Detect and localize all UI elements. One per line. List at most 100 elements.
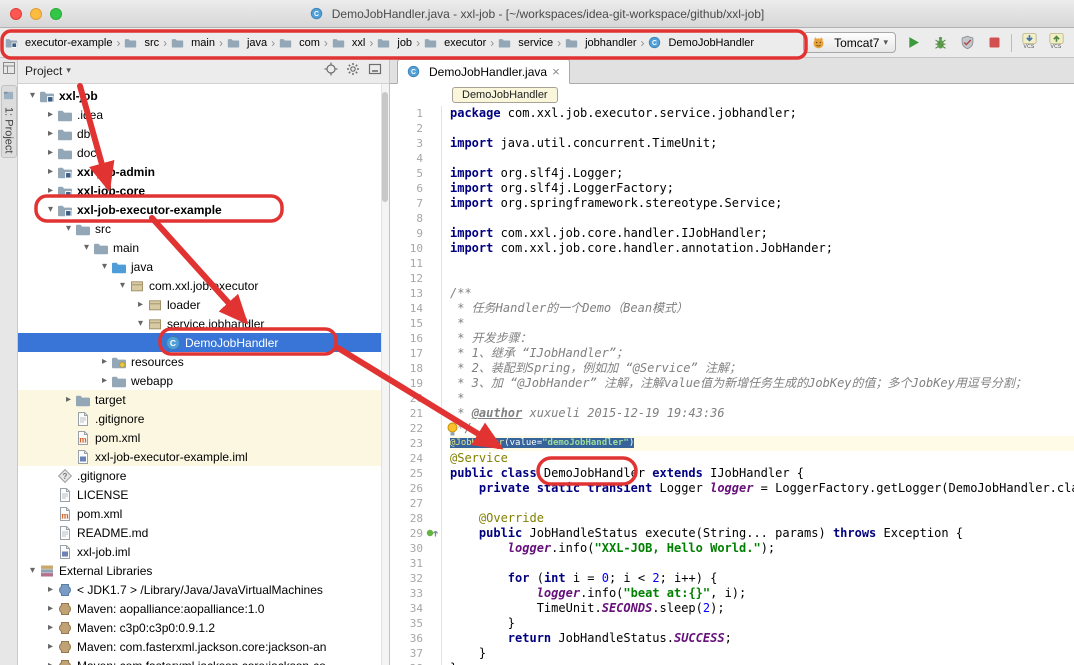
run-button[interactable] bbox=[903, 33, 923, 53]
gutter-line-9[interactable]: 9 bbox=[390, 226, 441, 241]
gutter-line-20[interactable]: 20 bbox=[390, 391, 441, 406]
class-name-chip[interactable]: DemoJobHandler bbox=[452, 87, 558, 103]
gutter-line-14[interactable]: 14 bbox=[390, 301, 441, 316]
gutter-line-3[interactable]: 3 bbox=[390, 136, 441, 151]
tree-item-service.jobhandler[interactable]: service.jobhandler bbox=[18, 314, 389, 333]
code-line-35[interactable]: } bbox=[450, 616, 1074, 631]
code-line-30[interactable]: logger.info("XXL-JOB, Hello World."); bbox=[450, 541, 1074, 556]
code-line-7[interactable]: import org.springframework.stereotype.Se… bbox=[450, 196, 1074, 211]
vcs-update-button[interactable]: VCS bbox=[1019, 32, 1039, 53]
tree-item-java[interactable]: java bbox=[18, 257, 389, 276]
gutter-line-16[interactable]: 16 bbox=[390, 331, 441, 346]
gutter-line-12[interactable]: 12 bbox=[390, 271, 441, 286]
tool-window-tab-project[interactable]: 1: Project bbox=[1, 85, 17, 158]
tree-item-src[interactable]: src bbox=[18, 219, 389, 238]
tree-item-.gitignore[interactable]: ?.gitignore bbox=[18, 466, 389, 485]
gutter-line-4[interactable]: 4 bbox=[390, 151, 441, 166]
gutter-line-33[interactable]: 33 bbox=[390, 586, 441, 601]
scrollbar-thumb[interactable] bbox=[382, 92, 388, 202]
gutter-line-17[interactable]: 17 bbox=[390, 346, 441, 361]
tree-closed-arrow-icon[interactable] bbox=[134, 295, 147, 314]
locate-file-icon[interactable] bbox=[324, 62, 338, 79]
gutter-line-22[interactable]: 22 bbox=[390, 421, 441, 436]
tree-closed-arrow-icon[interactable] bbox=[44, 181, 57, 200]
gutter-line-38[interactable]: 38 bbox=[390, 661, 441, 665]
code-line-29[interactable]: public JobHandleStatus execute(String...… bbox=[450, 526, 1074, 541]
tree-closed-arrow-icon[interactable] bbox=[44, 637, 57, 656]
code-line-12[interactable] bbox=[450, 271, 1074, 286]
tree-item-resources[interactable]: resources bbox=[18, 352, 389, 371]
code-line-24[interactable]: @Service bbox=[450, 451, 1074, 466]
tree-closed-arrow-icon[interactable] bbox=[62, 390, 75, 409]
gutter-line-26[interactable]: 26 bbox=[390, 481, 441, 496]
code-line-13[interactable]: /** bbox=[450, 286, 1074, 301]
tree-item-license[interactable]: LICENSE bbox=[18, 485, 389, 504]
gutter-line-36[interactable]: 36 bbox=[390, 631, 441, 646]
breadcrumb-item-job[interactable]: job bbox=[376, 35, 413, 50]
gutter-line-21[interactable]: 21 bbox=[390, 406, 441, 421]
tree-closed-arrow-icon[interactable] bbox=[44, 105, 57, 124]
code-line-4[interactable] bbox=[450, 151, 1074, 166]
hide-panel-icon[interactable] bbox=[368, 62, 382, 79]
gutter-line-6[interactable]: 6 bbox=[390, 181, 441, 196]
code-line-20[interactable]: * bbox=[450, 391, 1074, 406]
breadcrumb-item-java[interactable]: java bbox=[226, 35, 268, 50]
code-line-21[interactable]: * @author xuxueli 2015-12-19 19:43:36 bbox=[450, 406, 1074, 421]
code-line-23[interactable]: @JobHander(value="demoJobHandler") bbox=[450, 436, 1074, 451]
gutter-line-28[interactable]: 28 bbox=[390, 511, 441, 526]
code-line-6[interactable]: import org.slf4j.LoggerFactory; bbox=[450, 181, 1074, 196]
code-line-8[interactable] bbox=[450, 211, 1074, 226]
gutter-line-32[interactable]: 32 bbox=[390, 571, 441, 586]
code-line-15[interactable]: * bbox=[450, 316, 1074, 331]
gutter-line-7[interactable]: 7 bbox=[390, 196, 441, 211]
run-configuration-selector[interactable]: Tomcat7 ▾ bbox=[803, 32, 896, 53]
breadcrumb-item-service[interactable]: service bbox=[497, 35, 554, 50]
gutter-line-27[interactable]: 27 bbox=[390, 496, 441, 511]
code-area[interactable]: 1234567891011121314151617181920212223242… bbox=[390, 106, 1074, 665]
tree-open-arrow-icon[interactable] bbox=[26, 86, 39, 105]
code-line-14[interactable]: * 任务Handler的一个Demo（Bean模式） bbox=[450, 301, 1074, 316]
code-line-38[interactable]: } bbox=[450, 661, 1074, 665]
tree-item-xxl-job-core[interactable]: xxl-job-core bbox=[18, 181, 389, 200]
code-line-34[interactable]: TimeUnit.SECONDS.sleep(2); bbox=[450, 601, 1074, 616]
code-line-19[interactable]: * 3、加 “@JobHander” 注解，注解value值为新增任务生成的Jo… bbox=[450, 376, 1074, 391]
gutter-line-13[interactable]: 13 bbox=[390, 286, 441, 301]
tree-closed-arrow-icon[interactable] bbox=[44, 656, 57, 665]
gutter-line-11[interactable]: 11 bbox=[390, 256, 441, 271]
code-line-28[interactable]: @Override bbox=[450, 511, 1074, 526]
breadcrumb-item-jobhandler[interactable]: jobhandler bbox=[564, 35, 637, 50]
code-line-37[interactable]: } bbox=[450, 646, 1074, 661]
tree-item-pom.xml[interactable]: mpom.xml bbox=[18, 504, 389, 523]
tree-item-maven-aopalliance-aopalliance-1.0[interactable]: Maven: aopalliance:aopalliance:1.0 bbox=[18, 599, 389, 618]
tree-item-pom.xml[interactable]: mpom.xml bbox=[18, 428, 389, 447]
tree-open-arrow-icon[interactable] bbox=[80, 238, 93, 257]
tree-item-maven-c3p0-c3p0-0.9.1.2[interactable]: Maven: c3p0:c3p0:0.9.1.2 bbox=[18, 618, 389, 637]
tree-item-xxl-job.iml[interactable]: xxl-job.iml bbox=[18, 542, 389, 561]
gutter-line-35[interactable]: 35 bbox=[390, 616, 441, 631]
project-view-selector[interactable]: Project bbox=[25, 64, 62, 78]
tree-item-maven-com.fasterxml.jackson.core-jackson-co[interactable]: Maven: com.fasterxml.jackson.core:jackso… bbox=[18, 656, 389, 665]
close-tab-icon[interactable]: × bbox=[552, 65, 560, 78]
gutter-line-18[interactable]: 18 bbox=[390, 361, 441, 376]
zoom-window-button[interactable] bbox=[50, 8, 62, 20]
code-line-32[interactable]: for (int i = 0; i < 2; i++) { bbox=[450, 571, 1074, 586]
tree-closed-arrow-icon[interactable] bbox=[44, 124, 57, 143]
tree-open-arrow-icon[interactable] bbox=[116, 276, 129, 295]
code-line-16[interactable]: * 开发步骤： bbox=[450, 331, 1074, 346]
gutter-line-2[interactable]: 2 bbox=[390, 121, 441, 136]
code-line-10[interactable]: import com.xxl.job.core.handler.annotati… bbox=[450, 241, 1074, 256]
tree-closed-arrow-icon[interactable] bbox=[44, 143, 57, 162]
breadcrumb-item-main[interactable]: main bbox=[170, 35, 216, 50]
tree-open-arrow-icon[interactable] bbox=[134, 314, 147, 333]
code-line-9[interactable]: import com.xxl.job.core.handler.IJobHand… bbox=[450, 226, 1074, 241]
tree-item-main[interactable]: main bbox=[18, 238, 389, 257]
tree-item-xxl-job-executor-example[interactable]: xxl-job-executor-example bbox=[18, 200, 389, 219]
tree-item-loader[interactable]: loader bbox=[18, 295, 389, 314]
close-window-button[interactable] bbox=[10, 8, 22, 20]
code-line-11[interactable] bbox=[450, 256, 1074, 271]
breadcrumb-item-executor[interactable]: executor bbox=[423, 35, 487, 50]
gutter-line-24[interactable]: 24 bbox=[390, 451, 441, 466]
breadcrumb-item-src[interactable]: src bbox=[123, 35, 160, 50]
tree-item--jdk1.7-library-java-javavirtualmachines[interactable]: < JDK1.7 > /Library/Java/JavaVirtualMach… bbox=[18, 580, 389, 599]
gutter-line-5[interactable]: 5 bbox=[390, 166, 441, 181]
